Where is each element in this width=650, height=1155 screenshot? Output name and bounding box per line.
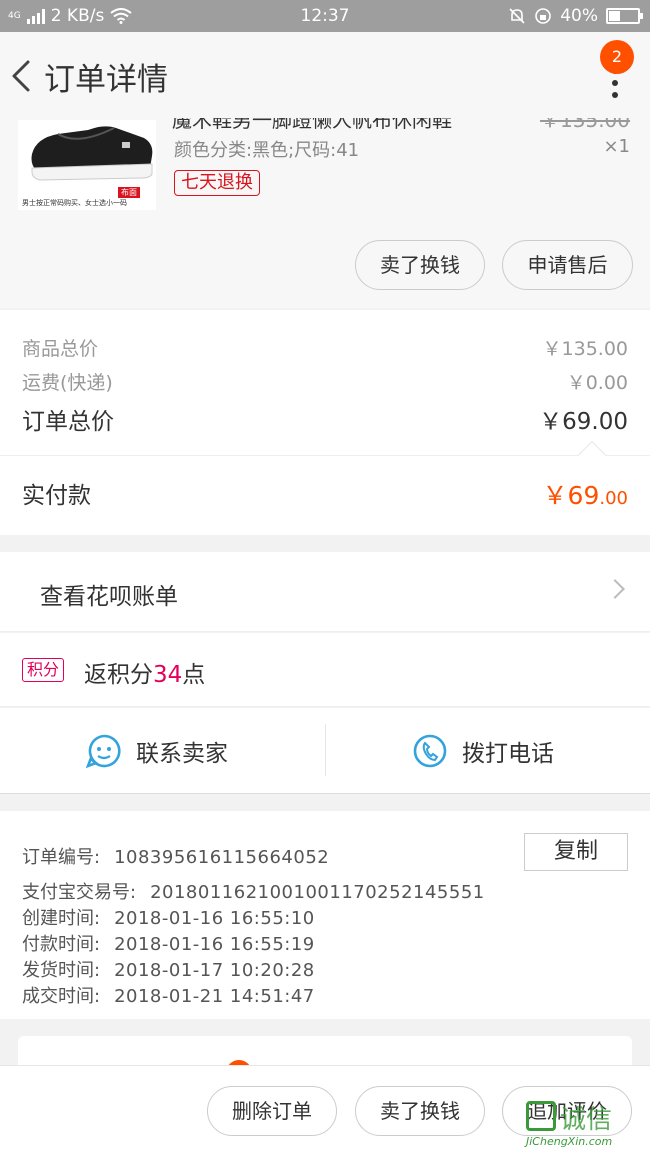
order-number-row: 订单编号: 108395616115664052 — [22, 843, 329, 869]
shipped-time-value: 2018-01-17 10:20:28 — [114, 960, 315, 981]
shipping-row: 运费(快递) ￥0.00 — [22, 368, 628, 395]
paid-time-label: 付款时间: — [22, 934, 101, 955]
order-total-value: ￥69.00 — [539, 409, 628, 435]
notification-badge: 2 — [600, 40, 634, 74]
paid-row: 实付款 ￥69.00 — [22, 476, 628, 512]
call-phone-label: 拨打电话 — [462, 741, 554, 767]
order-total-label: 订单总价 — [22, 409, 114, 435]
rotation-lock-icon — [535, 8, 552, 24]
seven-day-return-badge: 七天退换 — [174, 170, 260, 196]
thumbnail-caption: 男士按正常码购买、女士选小一码 — [22, 199, 127, 207]
product-name[interactable]: 魔术鞋男一脚蹬懒人帆布休闲鞋 — [172, 118, 452, 133]
alipay-trade-row: 支付宝交易号: 2018011621001001170252145551 — [22, 878, 485, 904]
order-info: 订单编号: 108395616115664052 复制 支付宝交易号: 201801… — [0, 811, 650, 1019]
call-phone-button[interactable]: 拨打电话 — [412, 708, 554, 794]
thumbnail-tag: 布面 — [118, 187, 140, 198]
mute-icon — [509, 8, 525, 24]
price-summary: 商品总价 ￥135.00 运费(快递) ￥0.00 订单总价 ￥69.00 实付… — [0, 310, 650, 535]
product-card: 布面 男士按正常码购买、女士选小一码 魔术鞋男一脚蹬懒人帆布休闲鞋 ￥135.0… — [0, 118, 650, 308]
page-title: 订单详情 — [44, 62, 168, 98]
points-suffix: 点 — [182, 662, 206, 688]
paid-time-row: 付款时间: 2018-01-16 16:55:19 — [22, 930, 315, 956]
delete-order-button[interactable]: 删除订单 — [207, 1086, 337, 1136]
nav-bar: 订单详情 2 — [0, 32, 650, 118]
points-text: 返积分34点 — [84, 655, 205, 689]
back-arrow-icon[interactable] — [8, 56, 34, 96]
product-sku: 颜色分类:黑色;尺码:41 — [174, 140, 360, 161]
request-after-sales-button[interactable]: 申请售后 — [502, 240, 633, 290]
completed-time-value: 2018-01-21 14:51:47 — [114, 986, 315, 1007]
contact-bar: 联系卖家 拨打电话 — [0, 708, 650, 794]
shipping-label: 运费(快递) — [22, 372, 113, 394]
order-number-label: 订单编号: — [22, 847, 101, 868]
paid-amount: ￥69.00 — [543, 476, 628, 512]
product-original-price: ￥135.00 — [540, 118, 630, 132]
paid-amount-cents: .00 — [599, 488, 628, 509]
shipping-value: ￥0.00 — [566, 372, 628, 394]
points-number: 34 — [153, 662, 183, 688]
battery-icon — [606, 8, 643, 24]
status-bar: 4G 2 KB/s 12:37 40% — [0, 0, 650, 32]
paid-amount-main: ￥69 — [542, 481, 600, 510]
chat-icon — [86, 734, 121, 769]
contact-seller-label: 联系卖家 — [136, 741, 228, 767]
watermark-logo-icon — [526, 1101, 556, 1131]
paid-label: 实付款 — [22, 483, 91, 509]
points-tag: 积分 — [22, 658, 65, 682]
summary-divider — [0, 455, 650, 456]
completed-time-label: 成交时间: — [22, 986, 101, 1007]
watermark-en: JiChengXin.com — [526, 1135, 613, 1148]
created-time-label: 创建时间: — [22, 908, 101, 929]
copy-button[interactable]: 复制 — [524, 833, 628, 871]
order-number-value: 108395616115664052 — [114, 847, 330, 868]
shipped-time-row: 发货时间: 2018-01-17 10:20:28 — [22, 956, 315, 982]
battery-percent: 40% — [560, 6, 598, 26]
completed-time-row: 成交时间: 2018-01-21 14:51:47 — [22, 982, 315, 1008]
product-thumbnail[interactable]: 布面 男士按正常码购买、女士选小一码 — [18, 120, 156, 210]
alipay-trade-value: 2018011621001001170252145551 — [150, 882, 485, 903]
contact-divider — [325, 724, 326, 776]
created-time-value: 2018-01-16 16:55:10 — [114, 908, 315, 929]
alipay-trade-label: 支付宝交易号: — [22, 882, 137, 903]
caret-up-icon — [577, 440, 607, 470]
chevron-right-icon — [605, 579, 625, 599]
product-quantity: ×1 — [603, 136, 630, 157]
view-huabei-bill-row[interactable]: 查看花呗账单 — [0, 552, 650, 632]
points-prefix: 返积分 — [84, 662, 153, 688]
watermark-cn: 诚信 — [560, 1105, 613, 1135]
shipped-time-label: 发货时间: — [22, 960, 101, 981]
created-time-row: 创建时间: 2018-01-16 16:55:10 — [22, 904, 315, 930]
order-total-row: 订单总价 ￥69.00 — [22, 402, 628, 436]
huabei-label: 查看花呗账单 — [40, 584, 178, 610]
contact-seller-button[interactable]: 联系卖家 — [86, 708, 228, 794]
phone-icon — [413, 734, 447, 768]
site-watermark: 诚信 JiChengXin.com — [526, 1101, 644, 1151]
goods-total-row: 商品总价 ￥135.00 — [22, 334, 628, 361]
goods-total-label: 商品总价 — [22, 338, 99, 360]
paid-time-value: 2018-01-16 16:55:19 — [114, 934, 315, 955]
goods-total-value: ￥135.00 — [542, 338, 628, 360]
resell-button[interactable]: 卖了换钱 — [355, 240, 485, 290]
footer-resell-button[interactable]: 卖了换钱 — [355, 1086, 485, 1136]
points-row: 积分 返积分34点 — [0, 633, 650, 707]
battery-fill — [609, 11, 621, 21]
